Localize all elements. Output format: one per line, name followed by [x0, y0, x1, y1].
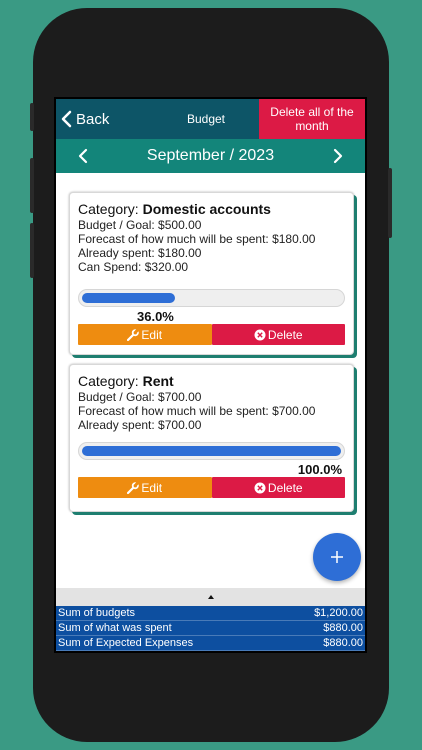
progress-fill: [82, 293, 176, 303]
category-prefix: Category:: [78, 201, 143, 217]
month-bar: September / 2023: [56, 139, 365, 173]
summary-value: $880.00: [323, 622, 363, 634]
back-button[interactable]: Back: [60, 99, 109, 139]
delete-label: Delete: [267, 480, 303, 495]
x-circle-icon: [254, 329, 266, 340]
x-circle-icon: [254, 482, 266, 493]
page-title: Budget: [186, 112, 226, 126]
chevron-right-icon: [333, 148, 343, 164]
category-name: Rent: [142, 373, 174, 389]
phone-power-button: [388, 168, 392, 238]
plus-icon: [331, 551, 343, 563]
budget-card: Category: Rent Budget / Goal: $700.00 Fo…: [69, 364, 354, 512]
summary-row: Sum of budgets $1,200.00: [56, 606, 365, 621]
back-label: Back: [76, 110, 110, 128]
summary-label: Sum of budgets: [58, 607, 136, 619]
summary-value: $1,200.00: [314, 607, 363, 619]
edit-label: Edit: [141, 480, 163, 495]
delete-button[interactable]: Delete: [211, 477, 345, 498]
progress-bar: [78, 442, 345, 460]
progress-percent: 36.0%: [137, 309, 174, 324]
card-actions: Edit Delete: [78, 477, 345, 498]
budget-goal: Budget / Goal: $500.00: [78, 218, 202, 232]
forecast: Forecast of how much will be spent: $700…: [78, 404, 316, 418]
wrench-icon: [127, 328, 140, 341]
already-spent: Already spent: $700.00: [78, 418, 202, 432]
delete-label: Delete: [267, 327, 303, 342]
can-spend: Can Spend: $320.00: [78, 260, 189, 274]
summary-label: Sum of what was spent: [58, 622, 172, 634]
category-heading: Category: Rent: [78, 373, 345, 390]
phone-volume-down: [30, 223, 34, 278]
summary-label: Sum of Expected Expenses: [58, 637, 194, 649]
summary-row: Sum of what was spent $880.00: [56, 621, 365, 636]
edit-button[interactable]: Edit: [78, 477, 212, 498]
progress-bar: [78, 289, 345, 307]
app-screen: Back Budget Delete all of the month Sept…: [54, 97, 367, 653]
edit-button[interactable]: Edit: [78, 324, 212, 345]
phone-volume-up: [30, 158, 34, 213]
category-prefix: Category:: [78, 373, 143, 389]
already-spent: Already spent: $180.00: [78, 246, 202, 260]
category-heading: Category: Domestic accounts: [78, 201, 345, 218]
chevron-left-icon: [78, 148, 88, 164]
wrench-icon: [127, 481, 140, 494]
budget-goal: Budget / Goal: $700.00: [78, 390, 202, 404]
chevron-left-icon: [61, 110, 72, 128]
summary-panel: Sum of budgets $1,200.00 Sum of what was…: [56, 606, 365, 651]
progress-percent: 100.0%: [297, 462, 342, 477]
top-bar: Back Budget Delete all of the month: [56, 99, 365, 139]
progress-fill: [82, 446, 341, 456]
category-name: Domestic accounts: [142, 201, 271, 217]
add-category-button[interactable]: [313, 533, 361, 581]
prev-month-button[interactable]: [66, 139, 100, 173]
month-label: September / 2023: [146, 147, 275, 164]
card-actions: Edit Delete: [78, 324, 345, 345]
delete-button[interactable]: Delete: [211, 324, 345, 345]
summary-value: $880.00: [323, 637, 363, 649]
summary-toggle[interactable]: [56, 588, 365, 606]
caret-up-icon: [207, 595, 214, 599]
summary-row: Sum of Expected Expenses $880.00: [56, 636, 365, 651]
forecast: Forecast of how much will be spent: $180…: [78, 232, 316, 246]
delete-all-month-button[interactable]: Delete all of the month: [259, 99, 365, 139]
next-month-button[interactable]: [321, 139, 355, 173]
phone-side-button: [30, 103, 34, 131]
edit-label: Edit: [141, 327, 163, 342]
budget-card: Category: Domestic accounts Budget / Goa…: [69, 192, 354, 355]
